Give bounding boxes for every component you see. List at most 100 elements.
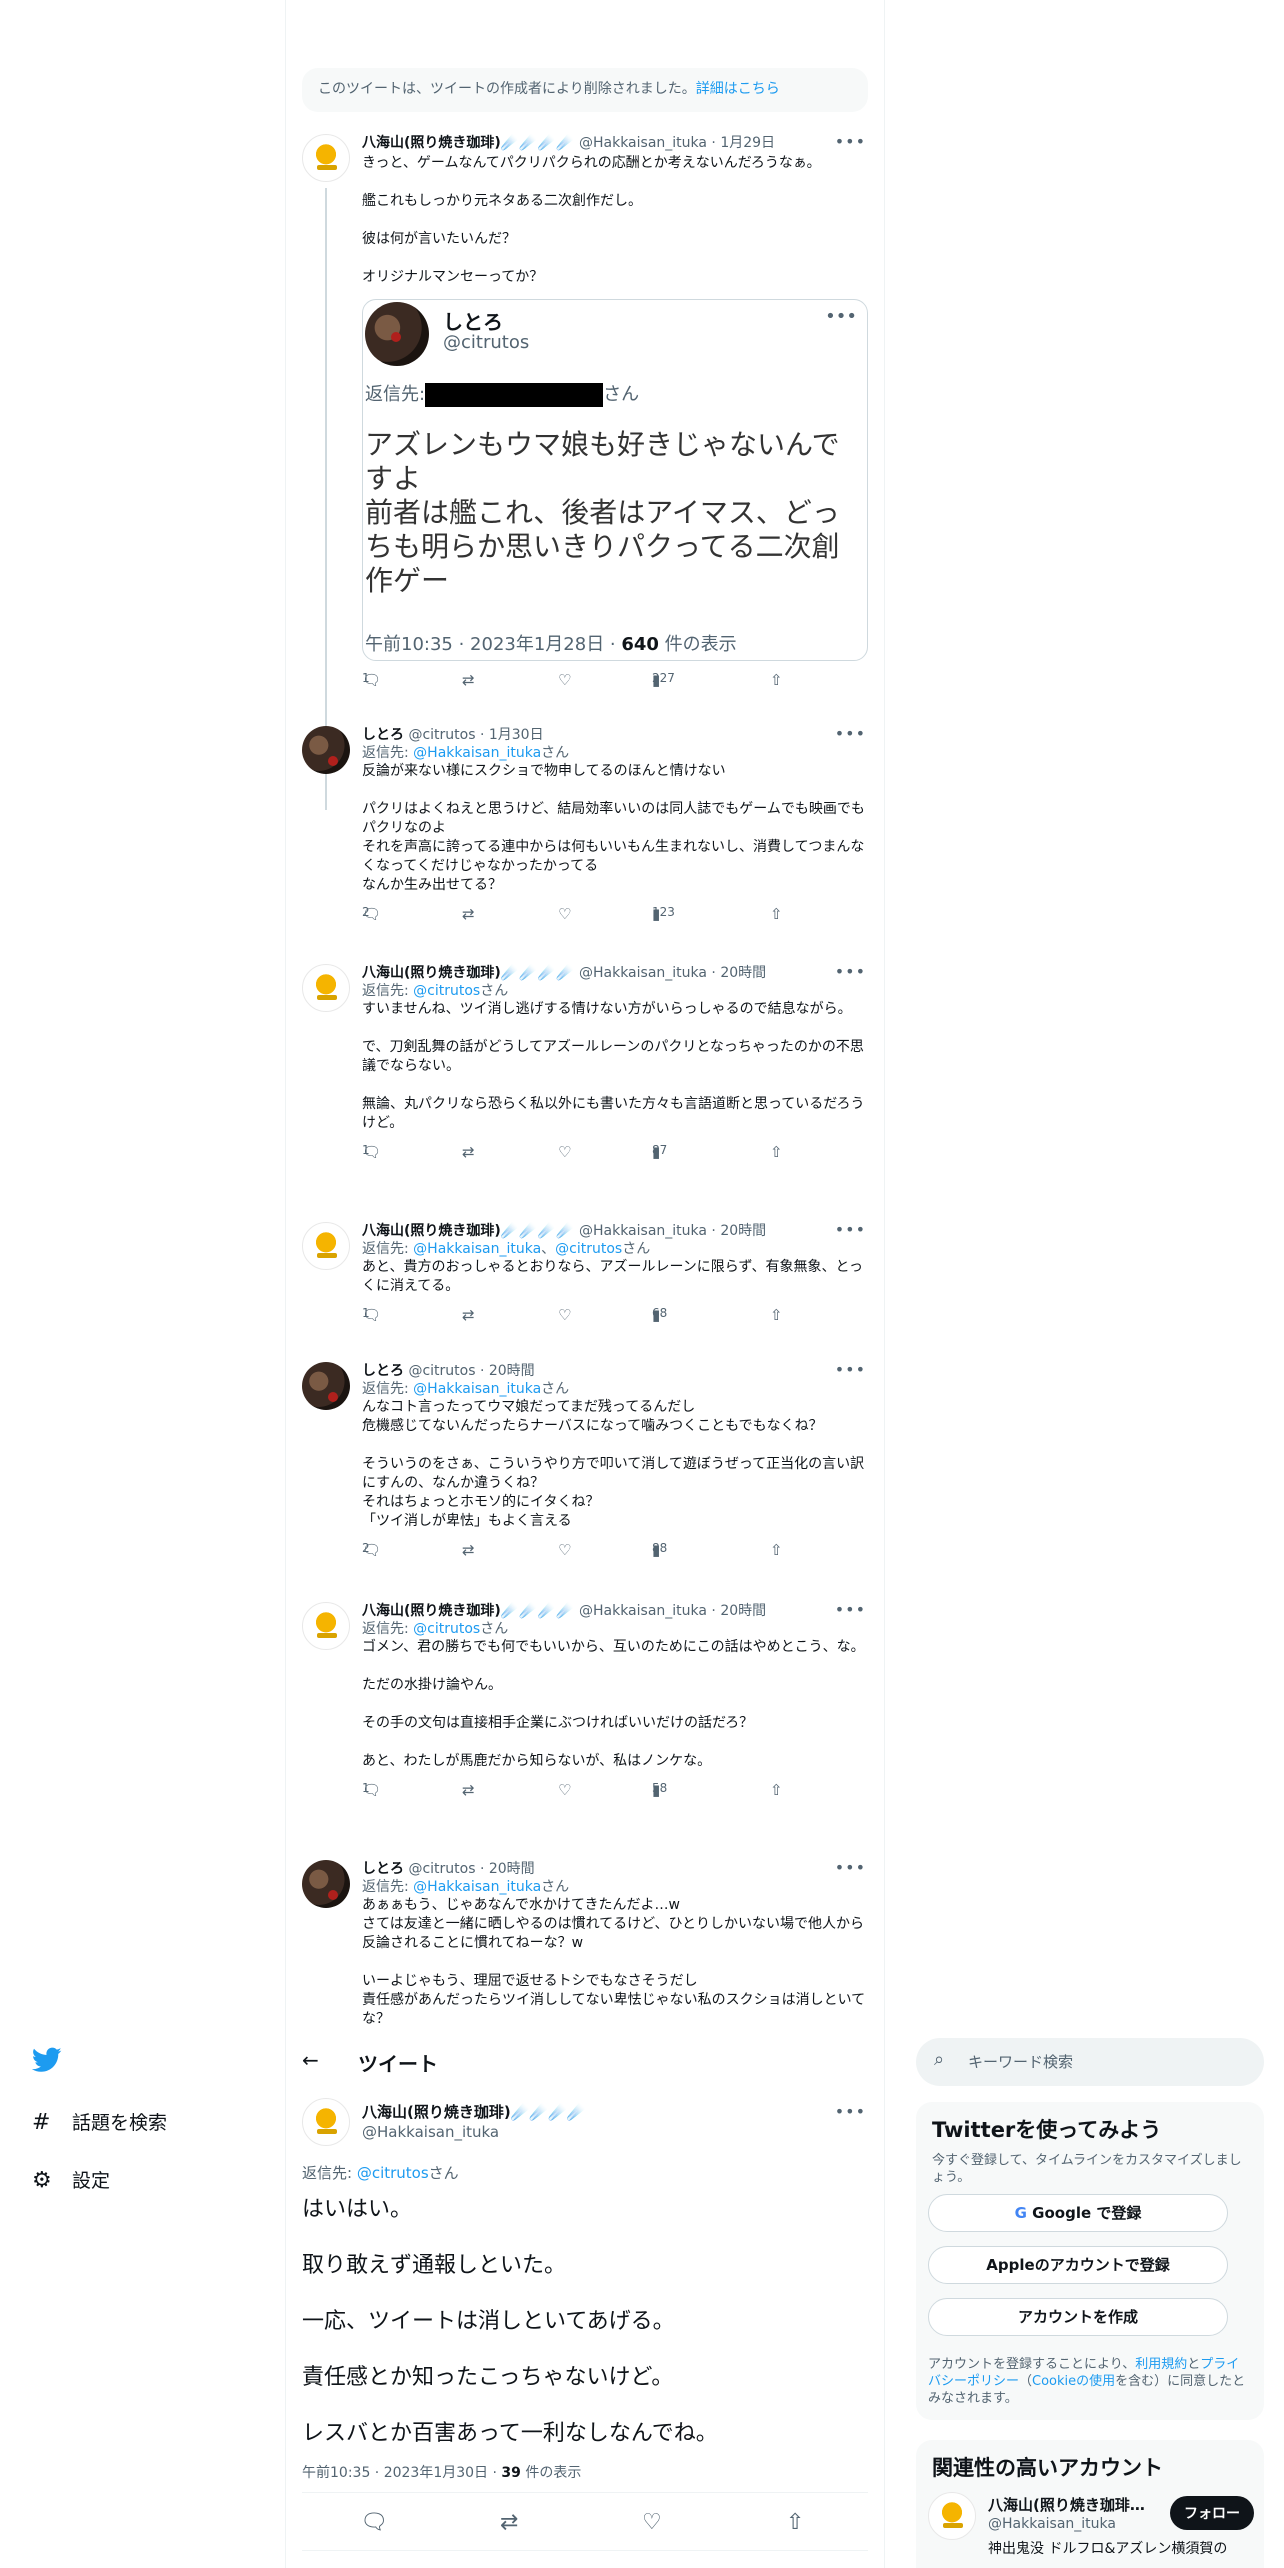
reply-mention-link[interactable]: @Hakkaisan_ituka [413, 1381, 541, 1397]
google-signup-button[interactable]: G Google で登録 [928, 2194, 1228, 2232]
quoted-author-name[interactable]: しとろ [443, 306, 503, 335]
follow-button[interactable]: フォロー [1170, 2496, 1254, 2530]
account-name[interactable]: 八海山(照り焼き珈琲… [988, 2494, 1148, 2515]
retweet-icon: ⇄ [462, 1143, 475, 1161]
terms-link[interactable]: 利用規約 [1135, 2357, 1187, 2372]
author-name[interactable]: しとろ [362, 727, 404, 743]
avatar[interactable] [302, 1602, 350, 1650]
account-bio: 神出鬼没 ドルフロ&アズレン横須賀の [988, 2541, 1228, 2557]
learn-more-link[interactable]: 詳細はこちら [696, 81, 780, 97]
reply-mention-link[interactable]: @citrutos [555, 1241, 622, 1257]
reply-mention-link[interactable]: @citrutos [413, 983, 480, 999]
tweet-text: あと、貴方のおっしゃるとおりなら、アズールレーンに限らず、有象無象、とっくに消え… [362, 1259, 864, 1294]
reply-suffix: さん [480, 983, 509, 999]
view-count: 68 [652, 1306, 668, 1320]
tweet-actions: 🗨 1 ⇄ ♡ ▮ 68 ⇧ [362, 1306, 868, 1326]
tweet-paragraph: はいはい。 [302, 2197, 413, 2222]
author-name[interactable]: 八海山(照り焼き珈琲) [362, 1223, 501, 1239]
legal-text: （ [1019, 2374, 1033, 2389]
more-options-icon[interactable]: ••• [835, 1220, 866, 1239]
avatar[interactable] [302, 1362, 350, 1410]
author-handle[interactable]: @citrutos [408, 1363, 475, 1379]
tweet-time[interactable]: · 20時間 [480, 1363, 535, 1379]
badge-icons: ☄️☄️☄️☄️ [500, 1223, 575, 1239]
quoted-author-handle[interactable]: @citrutos [443, 332, 529, 353]
thread-tweet[interactable]: しとろ @citrutos · 20時間 ••• 返信先: @Hakkaisan… [302, 1860, 868, 2028]
avatar[interactable] [302, 726, 350, 774]
share-icon: ⇧ [770, 1143, 783, 1161]
nav-explore[interactable]: # 話題を検索 [32, 2108, 167, 2135]
tweet-text: すいませんね、ツイ消し逃げする情けない方がいらっしゃるので結息ながら。 で、刀剣… [362, 1001, 865, 1131]
quoted-tweet[interactable]: しとろ @citrutos ••• 返信先: さん アズレンもウマ娘も好きじゃない… [362, 299, 868, 661]
reply-mention-link[interactable]: @citrutos [413, 1621, 480, 1637]
author-name[interactable]: しとろ [362, 1861, 404, 1877]
heart-icon: ♡ [558, 1306, 572, 1324]
avatar[interactable] [928, 2492, 976, 2540]
author-handle[interactable]: @Hakkaisan_ituka [362, 2122, 585, 2142]
nav-settings-label: 設定 [72, 2170, 111, 2192]
more-options-icon[interactable]: ••• [835, 962, 866, 981]
reply-suffix: さん [603, 384, 640, 405]
reply-mention-link[interactable]: @Hakkaisan_ituka [413, 745, 541, 761]
reply-prefix: 返信先: [362, 983, 414, 999]
legal-text: アカウントを登録することにより、 [928, 2357, 1136, 2372]
author-name[interactable]: 八海山(照り焼き珈琲) [362, 2103, 511, 2121]
avatar[interactable] [302, 1222, 350, 1270]
author-name[interactable]: 八海山(照り焼き珈琲) [362, 1603, 501, 1619]
author-handle[interactable]: @Hakkaisan_ituka [579, 135, 707, 151]
more-options-icon[interactable]: ••• [835, 724, 866, 743]
reply-mention-link[interactable]: @Hakkaisan_ituka [413, 1879, 541, 1895]
author-handle[interactable]: @citrutos [408, 1861, 475, 1877]
reply-prefix: 返信先: [362, 1381, 414, 1397]
back-arrow-icon[interactable]: ← [302, 2048, 319, 2072]
twitter-logo-icon[interactable] [31, 2046, 62, 2081]
author-handle[interactable]: @Hakkaisan_ituka [579, 1603, 707, 1619]
nav-settings[interactable]: ⚙ 設定 [32, 2166, 110, 2193]
avatar[interactable] [302, 1860, 350, 1908]
legal-notice: アカウントを登録することにより、利用規約とプライバシーポリシー（Cookieの使… [928, 2356, 1248, 2407]
avatar[interactable] [302, 2098, 350, 2146]
cookie-link[interactable]: Cookieの使用 [1032, 2374, 1115, 2389]
author-name[interactable]: 八海山(照り焼き珈琲) [362, 965, 501, 981]
more-options-icon[interactable]: ••• [825, 306, 857, 327]
search-icon: ⌕ [934, 2049, 945, 2070]
share-icon: ⇧ [770, 1541, 783, 1559]
view-label: 件の表示 [520, 2465, 582, 2481]
quoted-avatar[interactable] [365, 302, 429, 366]
create-account-button[interactable]: アカウントを作成 [928, 2298, 1228, 2336]
tweet-time[interactable]: · 20時間 [711, 965, 766, 981]
timestamp[interactable]: 午前10:35 · 2023年1月30日 · [302, 2465, 501, 2481]
reply-to-line: 返信先: @Hakkaisan_itukaさん [362, 744, 868, 762]
tweet-text: はいはい。 取り敢えず通報しといた。 一応、ツイートは消しといてあげる。 責任感… [302, 2196, 862, 2476]
badge-icons: ☄️☄️☄️☄️ [500, 965, 575, 981]
more-options-icon[interactable]: ••• [835, 2102, 866, 2121]
avatar[interactable] [302, 964, 350, 1012]
search-input[interactable]: ⌕ キーワード検索 [916, 2038, 1264, 2086]
more-options-icon[interactable]: ••• [835, 132, 866, 151]
reply-prefix: 返信先: [362, 1241, 414, 1257]
more-options-icon[interactable]: ••• [835, 1600, 866, 1619]
author-name[interactable]: 八海山(照り焼き珈琲) [362, 135, 501, 151]
related-account[interactable]: 八海山(照り焼き珈琲… @Hakkaisan_ituka 神出鬼没 ドルフロ&ア… [928, 2492, 1258, 2568]
author-name[interactable]: しとろ [362, 1363, 404, 1379]
reply-mention-link[interactable]: @Hakkaisan_ituka [413, 1241, 541, 1257]
author-handle[interactable]: @Hakkaisan_ituka [579, 965, 707, 981]
author-handle[interactable]: @citrutos [408, 727, 475, 743]
account-handle[interactable]: @Hakkaisan_ituka [988, 2516, 1116, 2532]
signup-subtitle: 今すぐ登録して、タイムラインをカスタマイズしましょう。 [932, 2153, 1242, 2185]
tweet-text: ゴメン、君の勝ちでも何でもいいから、互いのためにこの話はやめとこう、な。 ただの… [362, 1639, 865, 1769]
more-options-icon[interactable]: ••• [835, 1360, 866, 1379]
apple-signup-button[interactable]: Appleのアカウントで登録 [928, 2246, 1228, 2284]
tweet-paragraph: レスバとか百害あって一利なしなんでね。 [302, 2421, 718, 2446]
reply-mention-link[interactable]: @citrutos [357, 2164, 429, 2182]
tweet-time[interactable]: · 20時間 [480, 1861, 535, 1877]
share-icon: ⇧ [770, 1306, 783, 1324]
more-options-icon[interactable]: ••• [835, 1860, 866, 1877]
tweet-time[interactable]: · 20時間 [711, 1603, 766, 1619]
tweet-time[interactable]: · 1月29日 [711, 135, 775, 151]
heart-icon: ♡ [558, 905, 572, 923]
tweet-time[interactable]: · 20時間 [711, 1223, 766, 1239]
avatar[interactable] [302, 134, 350, 182]
tweet-time[interactable]: · 1月30日 [480, 727, 544, 743]
author-handle[interactable]: @Hakkaisan_ituka [579, 1223, 707, 1239]
